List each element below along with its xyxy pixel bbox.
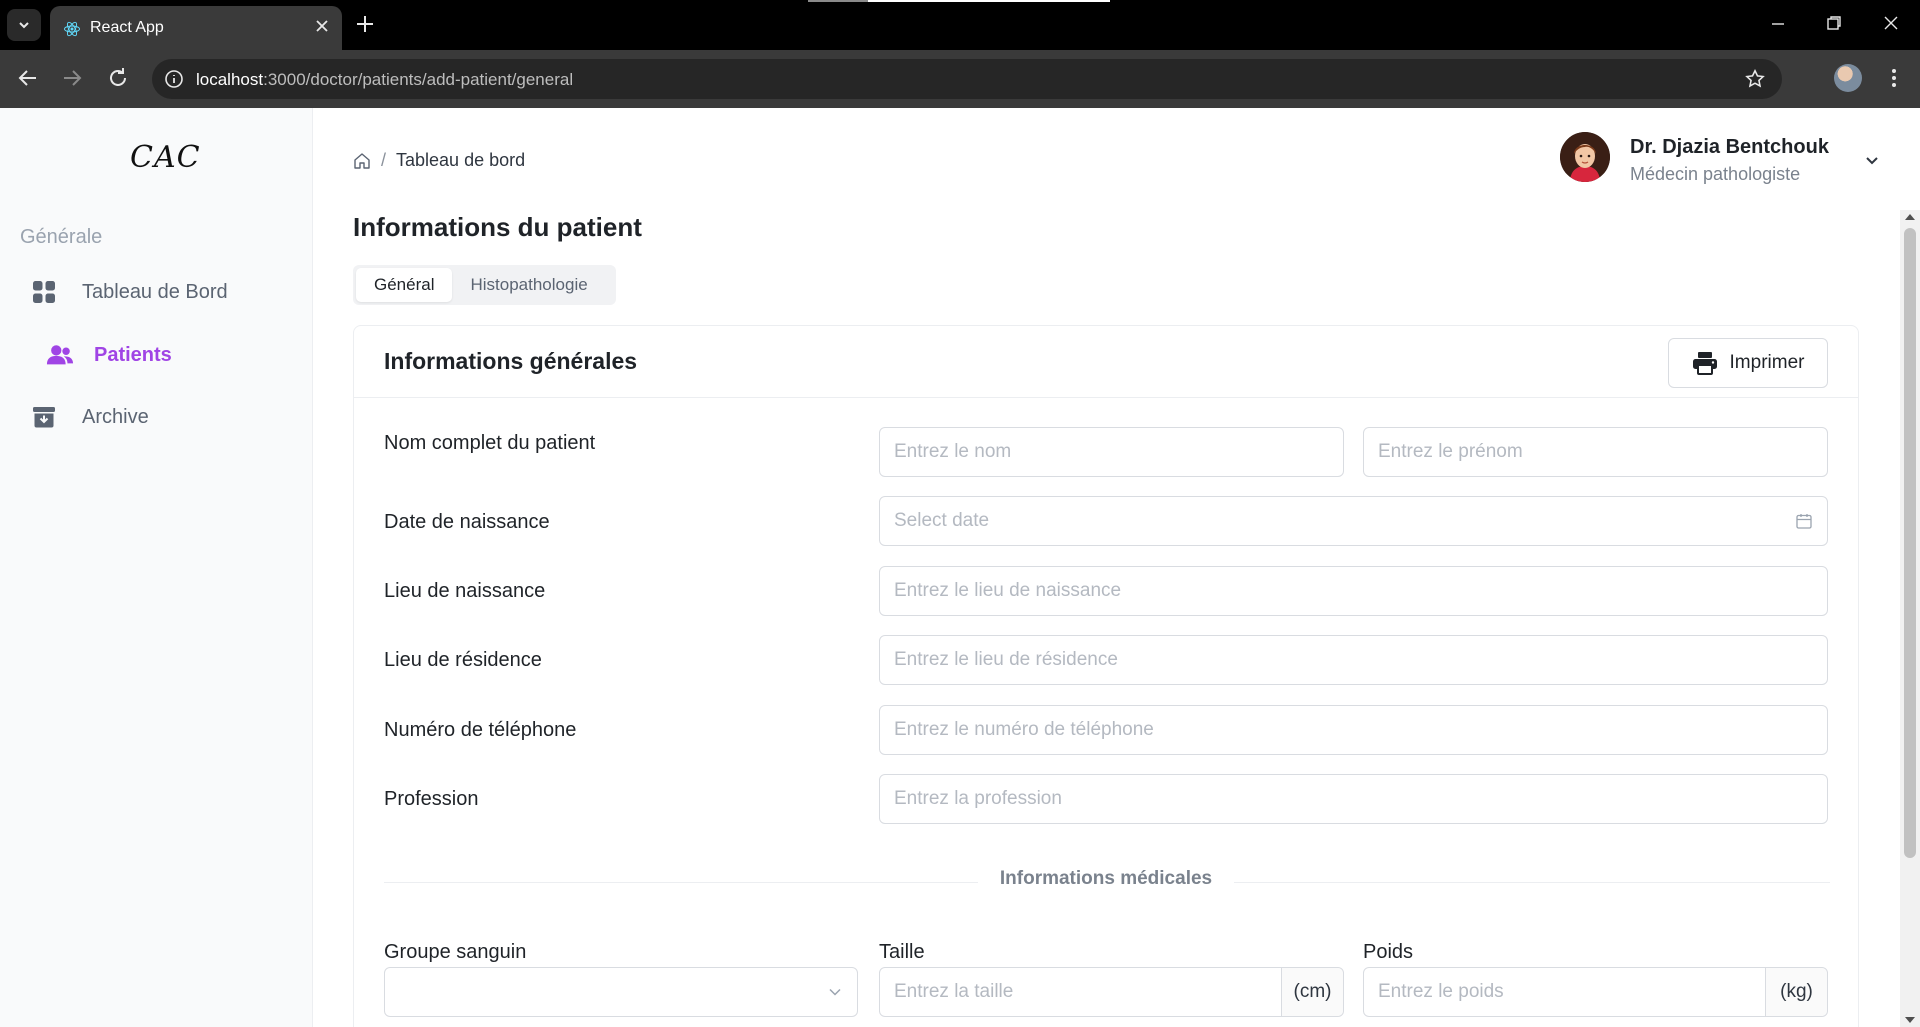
full-name-label: Nom complet du patient [384,432,596,454]
tab-title: React App [90,19,164,36]
restore-icon[interactable] [1825,14,1843,32]
chevron-down-icon [19,22,29,29]
sidebar-item-patients[interactable]: Patients [46,341,172,369]
user-role: Médecin pathologiste [1630,164,1801,184]
profession-label: Profession [384,788,479,810]
blood-group-label: Groupe sanguin [384,941,527,963]
avatar [1560,132,1610,182]
back-icon[interactable] [16,66,40,90]
sidebar-item-label: Tableau de Bord [82,280,228,303]
sidebar-item-label: Patients [94,343,172,366]
breadcrumb-current[interactable]: Tableau de bord [396,150,525,171]
scroll-down-arrow[interactable] [1905,1017,1915,1023]
close-window-icon[interactable] [1882,14,1900,32]
birth-date-input[interactable] [880,497,1827,545]
medical-info-heading: Informations médicales [354,868,1858,890]
birth-place-label: Lieu de naissance [384,580,546,602]
react-logo-icon [64,21,80,37]
address-bar[interactable]: localhost:3000/doctor/patients/add-patie… [152,59,1782,99]
last-name-field[interactable] [879,427,1344,477]
general-info-card: Informations générales Imprimer Nom comp… [353,325,1859,1027]
phone-field[interactable] [879,705,1828,755]
chevron-down-icon[interactable] [1863,152,1881,170]
weight-field[interactable]: (kg) [1363,967,1828,1017]
scroll-up-arrow[interactable] [1905,214,1915,220]
main-content: / Tableau de bord Dr. Djazia Bentchouk M… [313,108,1920,1027]
printer-icon [1692,351,1718,375]
blood-group-select[interactable] [384,967,858,1017]
residence-label: Lieu de résidence [384,649,542,671]
app-logo[interactable]: CAC [130,140,201,175]
profession-field[interactable] [879,774,1828,824]
scrollbar-thumb[interactable] [1904,228,1916,858]
profession-input[interactable] [880,775,1827,823]
tab-histopathology[interactable]: Histopathologie [452,268,605,302]
bookmark-star-icon[interactable] [1744,68,1766,90]
grid-icon [30,278,58,306]
height-unit: (cm) [1281,968,1343,1016]
sidebar: CAC Générale Tableau de Bord Patients Ar… [0,108,313,1027]
birth-date-picker[interactable] [879,496,1828,546]
height-input[interactable] [880,968,1280,1016]
user-name: Dr. Djazia Bentchouk [1630,136,1829,158]
birth-date-label: Date de naissance [384,511,550,533]
title-strip [808,0,1110,2]
weight-input[interactable] [1364,968,1764,1016]
close-tab-icon[interactable] [314,18,330,34]
card-header: Informations générales Imprimer [354,326,1858,398]
sidebar-item-archive[interactable]: Archive [30,403,149,431]
residence-input[interactable] [880,636,1827,684]
print-button[interactable]: Imprimer [1668,338,1828,388]
phone-label: Numéro de téléphone [384,719,577,741]
sidebar-section-label: Générale [20,226,103,248]
height-label: Taille [879,941,925,963]
first-name-field[interactable] [1363,427,1828,477]
chevron-down-icon [829,988,841,996]
users-icon [46,341,74,369]
archive-icon [30,403,58,431]
breadcrumb-separator: / [381,150,387,170]
forward-icon[interactable] [60,66,84,90]
breadcrumb: / Tableau de bord [353,150,525,171]
minimize-icon[interactable] [1769,14,1787,32]
browser-profile-avatar[interactable] [1834,64,1862,92]
home-icon[interactable] [353,152,371,170]
sidebar-item-label: Archive [82,405,149,428]
birth-place-input[interactable] [880,567,1827,615]
card-title: Informations générales [384,348,638,374]
print-button-label: Imprimer [1729,352,1805,373]
site-info-icon[interactable] [164,69,184,89]
first-name-input[interactable] [1364,428,1827,476]
browser-menu-icon[interactable] [1882,66,1906,90]
tab-search-button[interactable] [7,9,41,41]
browser-tab[interactable]: React App [50,6,342,50]
calendar-icon[interactable] [1795,512,1813,530]
url-text: localhost:3000/doctor/patients/add-patie… [196,70,574,89]
tab-general[interactable]: Général [356,268,453,302]
residence-field[interactable] [879,635,1828,685]
new-tab-icon[interactable] [354,13,376,35]
weight-label: Poids [1363,941,1414,963]
phone-input[interactable] [880,706,1827,754]
user-menu[interactable]: Dr. Djazia Bentchouk Médecin pathologist… [1560,132,1860,192]
reload-icon[interactable] [106,66,130,90]
birth-place-field[interactable] [879,566,1828,616]
page-scrollbar[interactable] [1900,210,1920,1027]
browser-titlebar: React App [0,0,1920,50]
browser-toolbar: localhost:3000/doctor/patients/add-patie… [0,50,1920,108]
sidebar-item-dashboard[interactable]: Tableau de Bord [30,278,228,306]
page-tabs: Général Histopathologie [353,265,616,305]
weight-unit: (kg) [1765,968,1827,1016]
last-name-input[interactable] [880,428,1343,476]
page-title: Informations du patient [353,212,642,242]
height-field[interactable]: (cm) [879,967,1344,1017]
